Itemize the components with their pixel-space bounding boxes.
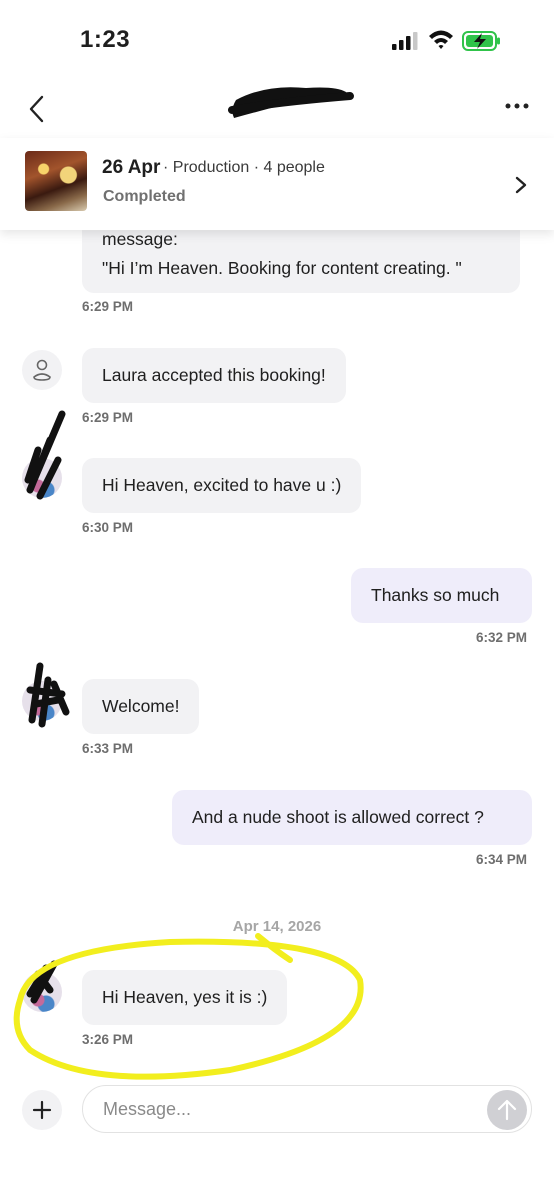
highlight-circle-annotation: [13, 933, 364, 1080]
system-message-bubble: Laura accepted this booking!: [82, 348, 346, 403]
booking-thumbnail: [25, 151, 87, 211]
redacted-avatar-scribble: [26, 662, 70, 728]
booking-meta: · Production · 4 people: [163, 159, 325, 176]
message-input-placeholder: Message...: [103, 1099, 192, 1119]
more-icon[interactable]: [500, 96, 534, 116]
redacted-title-scribble: [228, 87, 354, 118]
booking-summary-card[interactable]: 26 Apr · Production · 4 people Completed: [0, 138, 554, 230]
status-time: 1:23: [80, 26, 131, 53]
booking-status: Completed: [103, 188, 186, 205]
message-text: Laura accepted this booking!: [102, 365, 326, 385]
message-time: 6:32 PM: [476, 630, 528, 645]
message-text: Hi Heaven, excited to have u :): [102, 475, 342, 495]
message-time: 6:30 PM: [82, 520, 134, 535]
message-input[interactable]: Message...: [82, 1085, 532, 1133]
arrow-up-icon: [497, 1099, 517, 1121]
message-bubble-outgoing: Thanks so much: [351, 568, 532, 623]
message-time: 6:29 PM: [82, 410, 134, 425]
user-icon: [33, 359, 51, 381]
back-icon[interactable]: [22, 92, 52, 126]
message-bubble-outgoing: And a nude shoot is allowed correct ?: [172, 790, 532, 845]
plus-icon: [32, 1100, 52, 1120]
message-time: 6:33 PM: [82, 741, 134, 756]
chevron-right-icon[interactable]: [512, 174, 530, 196]
system-avatar: [22, 350, 62, 390]
message-time: 6:34 PM: [476, 852, 528, 867]
message-text: Welcome!: [102, 696, 180, 716]
booking-date: 26 Apr: [102, 157, 161, 178]
message-time: 6:29 PM: [82, 299, 134, 314]
message-bubble-incoming: Hi Heaven, excited to have u :): [82, 458, 362, 513]
message-bubble-incoming: Welcome!: [82, 679, 200, 734]
redacted-avatar-scribble: [24, 410, 66, 500]
message-text: And a nude shoot is allowed correct ?: [192, 807, 484, 827]
message-text: Thanks so much: [371, 585, 500, 605]
add-attachment-button[interactable]: [22, 1090, 62, 1130]
signal-icon: [392, 32, 418, 50]
battery-icon: [462, 31, 500, 51]
send-button[interactable]: [487, 1090, 527, 1130]
message-line: "Hi I’m Heaven. Booking for content crea…: [102, 258, 462, 278]
message-line: message:: [102, 229, 178, 249]
wifi-icon: [429, 30, 453, 49]
